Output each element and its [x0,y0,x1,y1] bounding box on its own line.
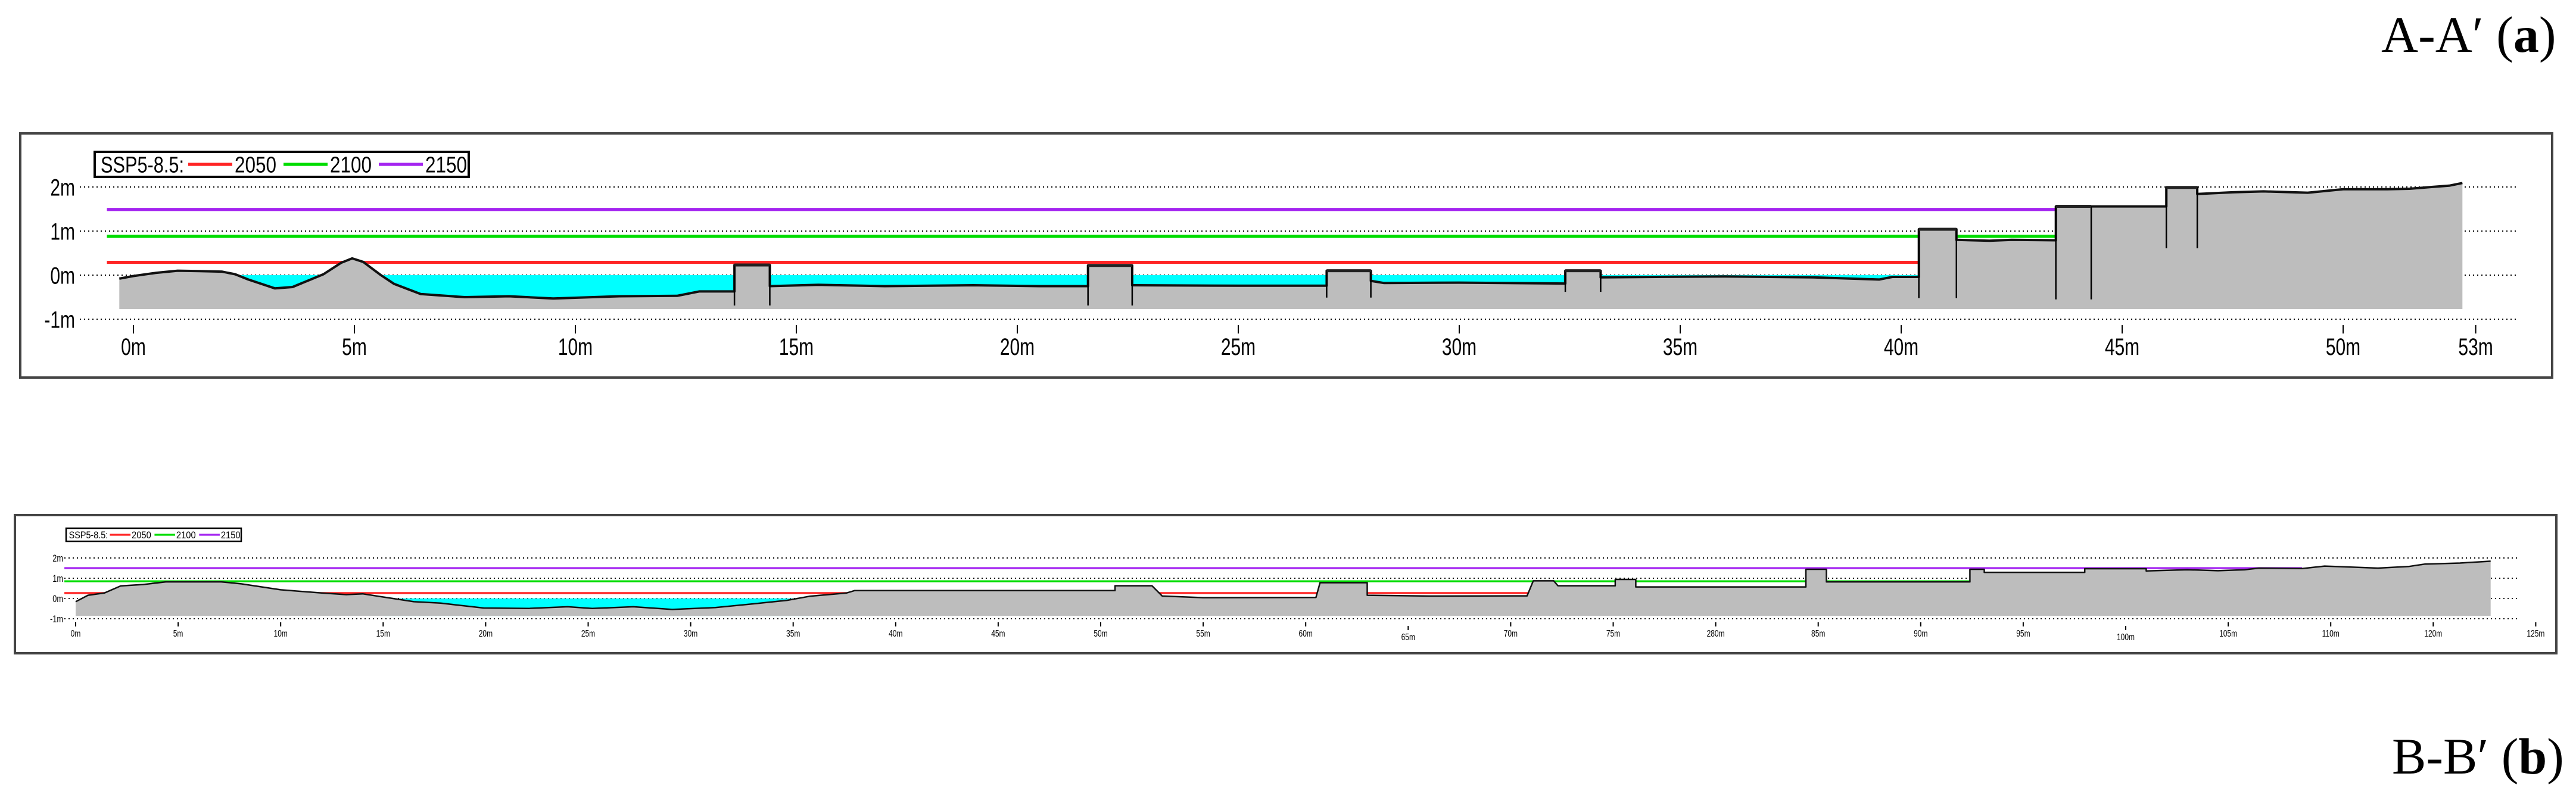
x-tick-label: 30m [1442,334,1477,360]
x-tick-label: 125m [2527,628,2544,638]
legend: SSP5-8.5: 2050 2100 2150 [65,527,242,543]
x-tick-label: 65m [1401,631,1415,642]
x-tick-label: 10m [274,628,288,638]
x-tick-label: 20m [479,628,493,638]
x-tick-label: 10m [558,334,593,360]
x-tick-label: 5m [173,628,183,638]
x-tick-label: 45m [2105,334,2139,360]
x-tick-label: 70m [1504,628,1518,638]
legend-label-2150: 2150 [221,529,241,541]
x-tick-label: 5m [342,334,367,360]
y-tick-label: 1m [52,573,63,584]
legend-label-2150: 2150 [425,153,467,178]
x-tick-label: 280m [1707,628,1725,638]
x-tick-label: 50m [2326,334,2360,360]
x-tick-label: 45m [991,628,1005,638]
x-tick-label: 85m [1811,628,1825,638]
legend-title: SSP5-8.5: [101,153,184,178]
x-tick-label: 0m [71,628,81,638]
cross-section-figure: 2m 1m 0m -1m 0m 5m 10m 15m 20m 25m 30m 35m 40m 45m 50m… [14,132,2558,654]
x-tick-label: 40m [1884,334,1918,360]
x-tick-label: 105m [2219,628,2237,638]
x-tick-label: 110m [2322,628,2340,638]
x-tick-label: 95m [2016,628,2030,638]
chart-a: 2m 1m 0m -1m 0m 5m 10m 15m 20m 25m 30m 35m 40m 45m 50m… [19,132,2553,379]
x-tick-label: 60m [1299,628,1313,638]
x-tick-label: 75m [1606,628,1620,638]
x-tick-label: 30m [684,628,697,638]
y-tick-label: 0m [52,593,63,604]
x-tick-label: 120m [2424,628,2442,638]
x-tick-label: 53m [2458,334,2493,360]
x-tick-label: 25m [581,628,595,638]
y-tick-label: 2m [50,174,75,201]
x-tick-label: 25m [1221,334,1256,360]
y-tick-label: 2m [52,553,63,564]
x-tick-label: 20m [1000,334,1035,360]
x-tick-label: 90m [1914,628,1927,638]
y-tick-label: -1m [50,613,63,625]
x-tick-label: 0m [121,334,146,360]
y-tick-label: -1m [44,307,75,333]
x-tick-label: 55m [1196,628,1210,638]
legend-label-2050: 2050 [132,529,151,541]
y-tick-label: 1m [50,219,75,245]
chart-b: 2m 1m 0m -1m 0m 5m 10m 15m 20m 25m 30m 35m 40m 45m 50m… [14,514,2558,654]
legend: SSP5-8.5: 2050 2100 2150 [94,151,470,178]
x-tick-label: 15m [376,628,390,638]
x-tick-label: 40m [889,628,902,638]
y-tick-label: 0m [50,263,75,289]
legend-label-2100: 2100 [330,153,372,178]
x-tick-label: 35m [1663,334,1697,360]
x-tick-label: 15m [779,334,814,360]
x-tick-label: 100m [2117,631,2135,642]
legend-label-2100: 2100 [176,529,196,541]
x-tick-label: 50m [1094,628,1107,638]
legend-label-2050: 2050 [235,153,276,178]
x-tick-label: 35m [786,628,800,638]
legend-title: SSP5-8.5: [69,529,108,541]
